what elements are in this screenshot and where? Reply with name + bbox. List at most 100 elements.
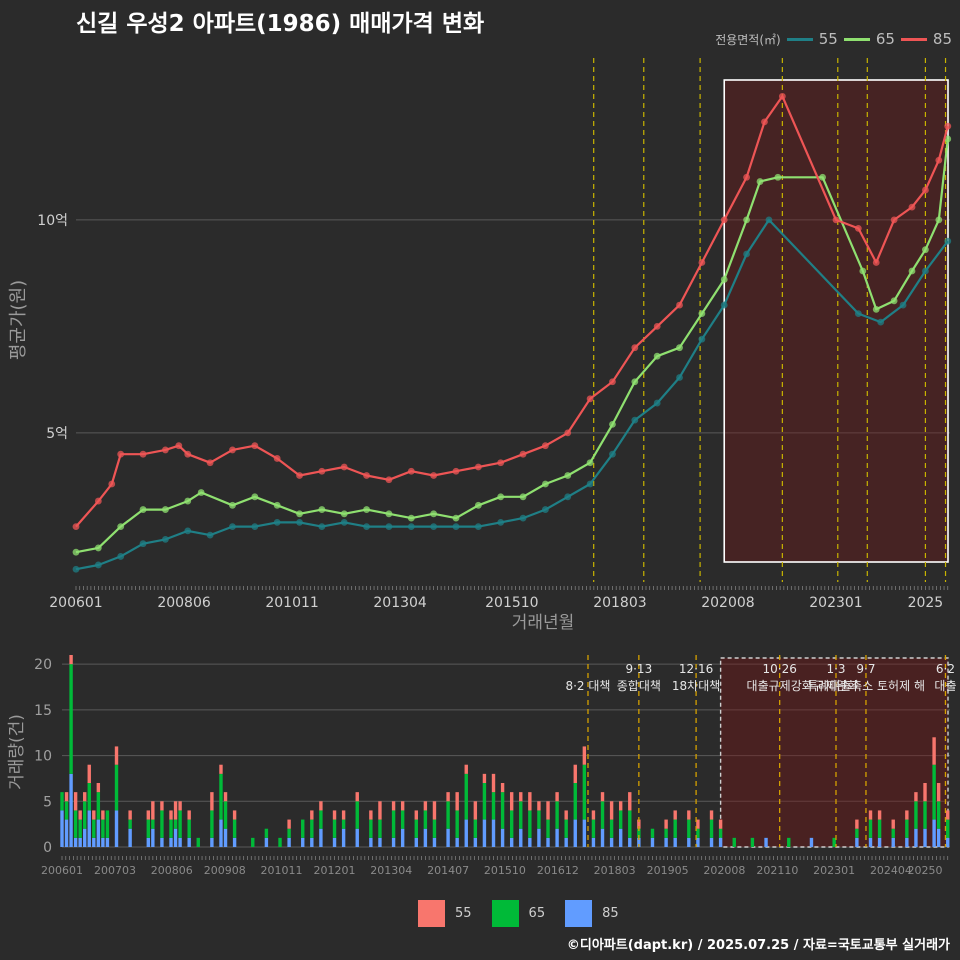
price-point-55 xyxy=(452,523,460,531)
price-point-65 xyxy=(94,544,102,552)
volume-bar-65 xyxy=(750,837,755,847)
volume-bar-55 xyxy=(128,810,132,820)
price-point-85 xyxy=(229,446,236,454)
volume-bar-65 xyxy=(932,764,936,820)
price-point-85 xyxy=(139,450,147,458)
volume-bar-65 xyxy=(196,837,200,847)
volume-bar-65 xyxy=(673,819,677,838)
price-point-55 xyxy=(139,540,147,548)
policy-name-label: 8·2 대책 xyxy=(565,678,610,693)
price-point-65 xyxy=(720,276,728,283)
volume-bar-55 xyxy=(628,792,632,811)
price-x-tick-label: 201011 xyxy=(265,595,318,611)
volume-bar-85 xyxy=(491,819,496,847)
policy-name-label: 특례대출축소 토허제 해 xyxy=(807,679,925,693)
volume-y-tick-label: 5 xyxy=(43,794,52,810)
volume-bar-85 xyxy=(609,837,614,847)
volume-bar-55 xyxy=(664,819,668,829)
volume-bar-65 xyxy=(73,810,78,838)
price-point-55 xyxy=(117,553,125,560)
volume-bar-65 xyxy=(151,819,155,829)
volume-bar-65 xyxy=(128,819,132,829)
volume-bar-85 xyxy=(868,837,873,847)
policy-date-label: 9·7 xyxy=(856,662,875,676)
volume-bar-55 xyxy=(210,792,214,811)
volume-bar-55 xyxy=(319,801,323,811)
volume-bar-55 xyxy=(868,810,873,820)
price-y-tick-label: 10억 xyxy=(37,213,68,229)
volume-bar-55 xyxy=(78,810,82,820)
volume-bar-65 xyxy=(936,801,941,829)
volume-bar-55 xyxy=(509,792,514,811)
volume-bar-65 xyxy=(69,664,73,774)
price-point-65 xyxy=(296,510,303,518)
volume-bar-55 xyxy=(687,810,691,820)
volume-bar-55 xyxy=(528,792,532,811)
volume-y-tick-label: 10 xyxy=(34,749,52,765)
price-point-85 xyxy=(778,92,786,100)
volume-bar-55 xyxy=(400,801,405,811)
price-point-85 xyxy=(175,442,183,450)
volume-bar-55 xyxy=(546,801,550,820)
chart-canvas: 5억10억200601 200806 201011 201304 201510 20180… xyxy=(7,58,957,877)
volume-bar-55 xyxy=(673,810,677,820)
price-point-55 xyxy=(698,335,706,343)
volume-bar-55 xyxy=(369,810,373,820)
price-point-85 xyxy=(676,301,683,309)
volume-bar-85 xyxy=(69,773,73,847)
volume-bar-85 xyxy=(709,837,714,847)
volume-bar-65 xyxy=(378,819,382,838)
price-point-65 xyxy=(698,310,706,318)
price-point-85 xyxy=(363,472,370,479)
price-point-85 xyxy=(653,322,661,330)
legend-box-65 xyxy=(491,900,519,927)
volume-bar-85 xyxy=(301,837,305,847)
price-point-85 xyxy=(340,463,348,471)
volume-bar-85 xyxy=(92,837,96,847)
volume-x-tick-label: 201905 xyxy=(647,864,689,877)
volume-bar-85 xyxy=(855,837,859,847)
price-point-85 xyxy=(206,459,214,467)
price-point-65 xyxy=(197,489,205,496)
volume-bar-65 xyxy=(146,819,151,838)
volume-bar-55 xyxy=(355,792,359,802)
price-point-65 xyxy=(756,178,764,185)
volume-bar-65 xyxy=(223,801,228,829)
volume-bar-65 xyxy=(278,837,282,847)
volume-bar-65 xyxy=(369,819,373,838)
volume-bar-85 xyxy=(628,837,632,847)
policy-date-label: 10·26 xyxy=(762,662,796,676)
price-point-65 xyxy=(743,216,750,224)
volume-bar-65 xyxy=(232,819,237,838)
volume-bar-65 xyxy=(609,819,614,838)
volume-bar-55 xyxy=(609,801,614,820)
price-point-85 xyxy=(296,472,303,479)
volume-bar-65 xyxy=(528,810,532,838)
policy-name-label: 종합대책 xyxy=(617,678,661,693)
volume-bar-65 xyxy=(341,819,346,829)
volume-bar-55 xyxy=(432,801,437,820)
volume-bar-65 xyxy=(650,828,655,838)
price-point-55 xyxy=(363,523,370,531)
volume-bar-65 xyxy=(64,801,69,820)
volume-bar-55 xyxy=(64,792,69,802)
price-point-85 xyxy=(251,442,259,450)
volume-bar-55 xyxy=(378,801,382,820)
volume-bar-55 xyxy=(160,801,164,811)
volume-bar-55 xyxy=(173,801,178,820)
volume-bar-85 xyxy=(391,837,396,847)
legend-bottom: 55 65 85 xyxy=(418,900,619,927)
volume-bar-65 xyxy=(400,810,405,829)
price-point-85 xyxy=(519,450,527,458)
legend-bottom-item-65: 65 xyxy=(491,900,545,927)
volume-bar-55 xyxy=(169,810,173,820)
volume-bar-65 xyxy=(114,764,119,811)
price-point-55 xyxy=(899,301,907,309)
price-highlight-box xyxy=(723,79,949,563)
volume-bar-65 xyxy=(787,837,791,847)
price-x-tick-label: 201803 xyxy=(593,595,646,611)
volume-bar-85 xyxy=(160,837,164,847)
volume-bar-55 xyxy=(718,819,723,829)
price-point-65 xyxy=(251,493,259,501)
volume-bar-85 xyxy=(105,837,110,847)
